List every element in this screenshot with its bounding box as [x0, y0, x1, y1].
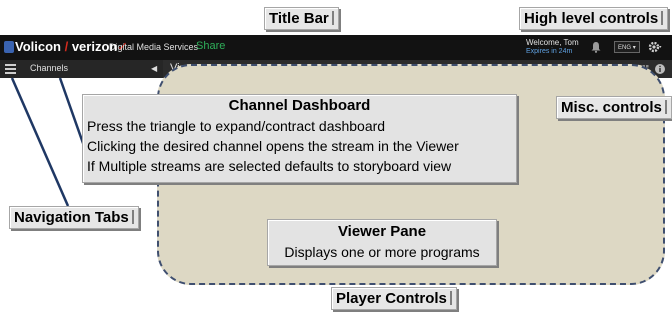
leader-channels: [58, 77, 86, 147]
dashboard-line-2: Clicking the desired channel opens the s…: [87, 138, 459, 154]
channel-dashboard-title: Channel Dashboard: [228, 97, 371, 114]
dashboard-line-3: If Multiple streams are selected default…: [87, 158, 452, 174]
viewer-pane-callout: Viewer Pane Displays one or more program…: [267, 219, 497, 266]
callout-player-controls: Player Controls: [331, 287, 457, 310]
viewer-pane-title: Viewer Pane: [337, 223, 427, 240]
callout-title-bar: Title Bar: [264, 7, 339, 30]
callout-navigation-tabs: Navigation Tabs: [9, 206, 139, 229]
callout-high-level-controls: High level controls: [519, 7, 669, 30]
callout-misc-controls: Misc. controls: [556, 96, 672, 119]
leader-navigation: [10, 77, 70, 207]
dashboard-line-1: Press the triangle to expand/contract da…: [87, 118, 386, 134]
channel-dashboard-callout: Channel Dashboard Press the triangle to …: [82, 94, 517, 183]
viewer-pane-description: Displays one or more programs: [284, 244, 480, 260]
